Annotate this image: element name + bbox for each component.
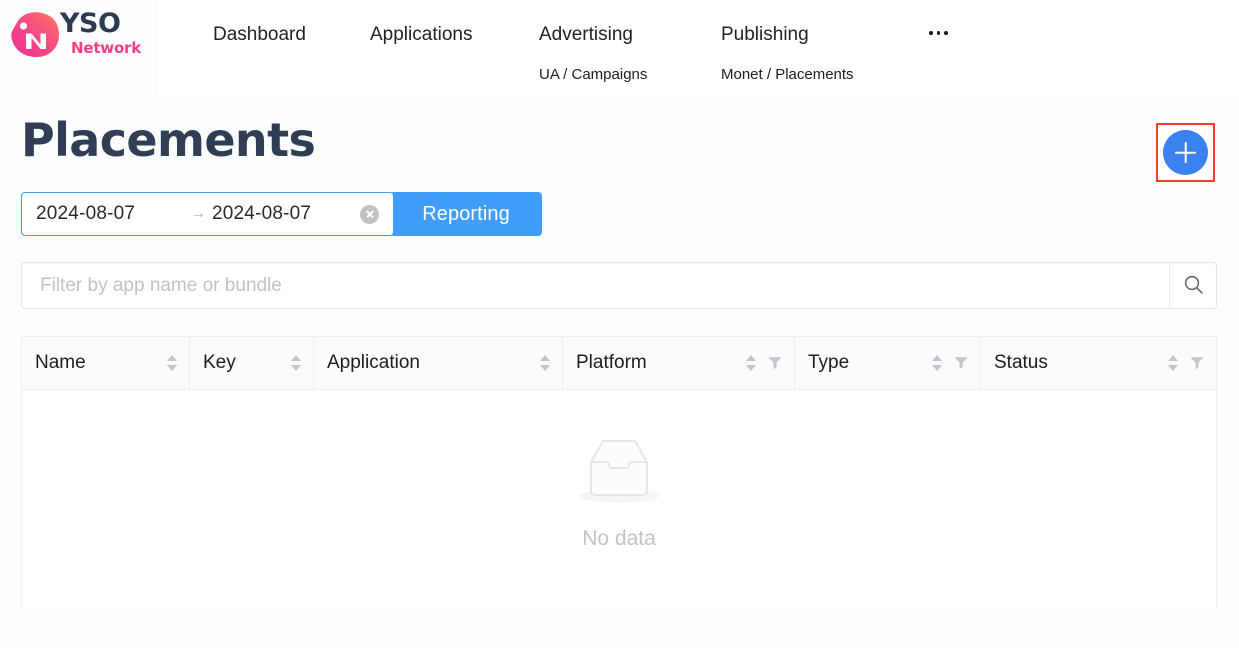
table-header-application[interactable]: Application bbox=[314, 337, 563, 389]
table-header-type[interactable]: Type bbox=[795, 337, 981, 389]
nav-group-dashboard: Dashboard bbox=[213, 0, 306, 46]
filter-toolbar: 2024-08-07 → 2024-08-07 Reporting bbox=[21, 192, 1239, 238]
placements-table: Name Key Application Platform Type bbox=[21, 336, 1217, 608]
page-body: Placements 2024-08-07 → 2024-08-07 Repor… bbox=[0, 96, 1239, 648]
page-title: Placements bbox=[21, 112, 315, 168]
table-header-row: Name Key Application Platform Type bbox=[22, 337, 1216, 390]
nyso-network-logo-icon bbox=[8, 11, 64, 61]
search-input[interactable] bbox=[21, 262, 1169, 309]
main-navigation: Dashboard Applications Advertising UA / … bbox=[158, 0, 1239, 96]
table-header-name[interactable]: Name bbox=[22, 337, 190, 389]
logo-area[interactable]: YSO Network bbox=[0, 0, 158, 96]
empty-box-icon bbox=[575, 434, 663, 513]
table-header-label: Platform bbox=[576, 352, 740, 374]
filter-funnel-icon[interactable] bbox=[767, 355, 783, 371]
empty-state-text: No data bbox=[582, 527, 656, 551]
sort-arrows-icon[interactable] bbox=[291, 352, 302, 374]
nav-item-publishing[interactable]: Publishing bbox=[721, 0, 854, 46]
sort-arrows-icon[interactable] bbox=[932, 352, 943, 374]
page-title-row: Placements bbox=[0, 96, 1239, 192]
search-button[interactable] bbox=[1169, 262, 1217, 309]
date-range-start[interactable]: 2024-08-07 bbox=[36, 203, 184, 225]
table-header-label: Status bbox=[994, 352, 1162, 374]
nav-group-advertising: Advertising UA / Campaigns bbox=[539, 0, 647, 84]
search-bar bbox=[21, 262, 1217, 309]
nav-item-dashboard[interactable]: Dashboard bbox=[213, 0, 306, 46]
add-placement-highlight bbox=[1156, 123, 1215, 182]
sort-arrows-icon[interactable] bbox=[540, 352, 551, 374]
brand-wordmark: YSO Network bbox=[60, 9, 160, 61]
table-header-label: Key bbox=[203, 352, 285, 374]
reporting-button[interactable]: Reporting bbox=[390, 192, 542, 236]
app-header: YSO Network Dashboard Applications Adver… bbox=[0, 0, 1239, 96]
nav-group-publishing: Publishing Monet / Placements bbox=[721, 0, 854, 84]
date-range-end[interactable]: 2024-08-07 bbox=[212, 203, 360, 225]
table-header-label: Type bbox=[808, 352, 926, 374]
table-header-label: Name bbox=[35, 352, 161, 374]
nav-item-advertising[interactable]: Advertising bbox=[539, 0, 647, 46]
add-placement-button[interactable] bbox=[1163, 130, 1208, 175]
arrow-right-icon: → bbox=[184, 206, 212, 222]
search-icon bbox=[1183, 274, 1204, 298]
filter-funnel-icon[interactable] bbox=[953, 355, 969, 371]
filter-funnel-icon[interactable] bbox=[1189, 355, 1205, 371]
nav-subitem-monet-placements[interactable]: Monet / Placements bbox=[721, 46, 854, 84]
nav-subitem-ua-campaigns[interactable]: UA / Campaigns bbox=[539, 46, 647, 84]
brand-name-primary: YSO bbox=[60, 9, 160, 39]
table-body: No data bbox=[22, 390, 1216, 608]
empty-state: No data bbox=[575, 434, 663, 551]
nav-item-applications[interactable]: Applications bbox=[370, 0, 472, 46]
circle-close-icon[interactable] bbox=[360, 205, 379, 224]
sort-arrows-icon[interactable] bbox=[746, 352, 757, 374]
sort-arrows-icon[interactable] bbox=[1168, 352, 1179, 374]
table-header-label: Application bbox=[327, 352, 534, 374]
ellipsis-horizontal-icon[interactable] bbox=[927, 25, 950, 41]
table-header-platform[interactable]: Platform bbox=[563, 337, 795, 389]
table-header-status[interactable]: Status bbox=[981, 337, 1216, 389]
date-range-picker[interactable]: 2024-08-07 → 2024-08-07 bbox=[21, 192, 394, 236]
brand-logo[interactable]: YSO Network bbox=[8, 9, 158, 61]
brand-name-secondary: Network bbox=[71, 40, 160, 57]
sort-arrows-icon[interactable] bbox=[167, 352, 178, 374]
nav-group-applications: Applications bbox=[370, 0, 472, 46]
table-header-key[interactable]: Key bbox=[190, 337, 314, 389]
